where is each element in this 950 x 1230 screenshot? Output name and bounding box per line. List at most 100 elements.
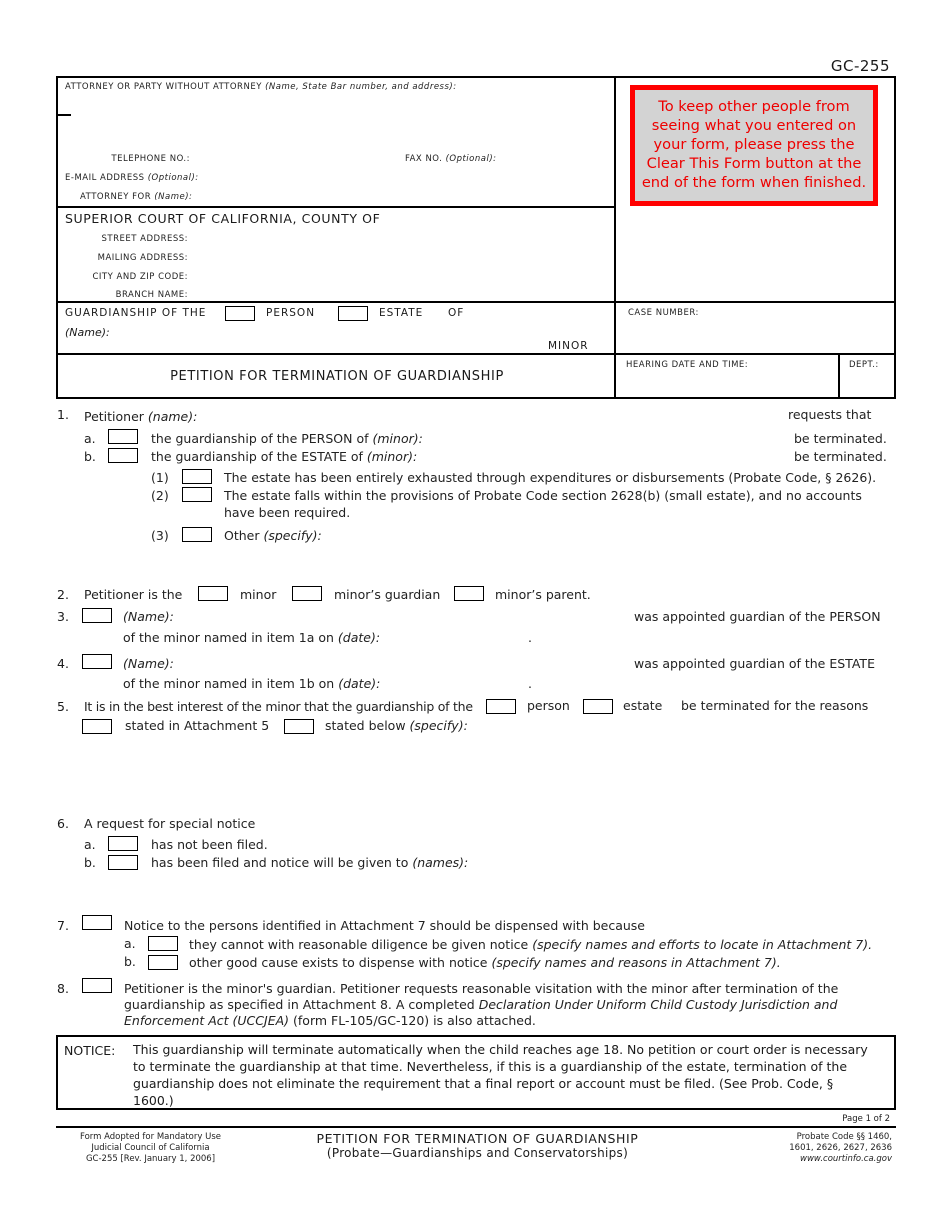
item-7b-letter: b. [124, 954, 136, 969]
email-hint: (Optional): [147, 173, 199, 183]
item-4-checkbox[interactable] [82, 654, 112, 669]
telephone-input[interactable] [196, 150, 396, 166]
mailing-address-input[interactable] [196, 249, 606, 265]
item-3-line2-text: of the minor named in item 1a on [123, 630, 334, 645]
item-1b1-text: The estate has been entirely exhausted t… [224, 470, 877, 485]
item-7a-hint: (specify names and efforts to locate in … [532, 937, 873, 952]
minor-name-input[interactable] [113, 323, 533, 339]
item-7-checkbox[interactable] [82, 915, 112, 930]
item-3-date-input[interactable] [375, 628, 525, 645]
fax-input[interactable] [503, 150, 613, 166]
email-label: E-MAIL ADDRESS (Optional): [65, 173, 199, 183]
field-marker [58, 114, 71, 116]
caption-person-checkbox[interactable] [225, 306, 255, 321]
item-7a-checkbox[interactable] [148, 936, 178, 951]
item-6a-text: has not been filed. [151, 837, 268, 852]
hearing-date-input[interactable] [626, 375, 831, 395]
item-6b-names-input[interactable] [465, 853, 890, 898]
item-7b-checkbox[interactable] [148, 955, 178, 970]
item-1a-hint: (minor): [372, 431, 423, 446]
item-5-estate-checkbox[interactable] [583, 699, 613, 714]
attorney-for-label-text: ATTORNEY FOR [80, 192, 152, 202]
street-address-input[interactable] [196, 230, 606, 246]
item-6a-letter: a. [84, 837, 96, 852]
petitioner-label: Petitioner [84, 409, 144, 424]
item-5-person-label: person [527, 698, 570, 713]
item-2-number: 2. [57, 587, 69, 602]
item-5-reasons-input[interactable] [470, 717, 890, 802]
item-1b2-number: (2) [151, 488, 169, 503]
item-2-text: Petitioner is the [84, 587, 183, 602]
attorney-for-hint: (Name): [154, 192, 193, 202]
footer-website-link[interactable]: www.courtinfo.ca.gov [789, 1154, 892, 1165]
item-3-number: 3. [57, 609, 69, 624]
item-5-attachment-checkbox[interactable] [82, 719, 112, 734]
item-3-line2: of the minor named in item 1a on (date): [123, 630, 380, 645]
item-1b1-number: (1) [151, 470, 169, 485]
item-1b3-specify-input[interactable] [325, 526, 885, 566]
item-7b-label: other good cause exists to dispense with… [189, 955, 488, 970]
footer-code-line2: 1601, 2626, 2627, 2636 [789, 1143, 892, 1153]
attorney-for-input[interactable] [196, 188, 606, 204]
item-1b2-checkbox[interactable] [182, 487, 212, 502]
fax-hint: (Optional): [445, 154, 497, 164]
item-5-person-checkbox[interactable] [486, 699, 516, 714]
title-section: PETITION FOR TERMINATION OF GUARDIANSHIP [56, 353, 616, 399]
branch-name-label: BRANCH NAME: [115, 290, 188, 300]
item-1b3-checkbox[interactable] [182, 527, 212, 542]
item-1b-minor-input[interactable] [425, 447, 785, 464]
minor-label: MINOR [548, 340, 589, 352]
notice-text: This guardianship will terminate automat… [133, 1042, 868, 1108]
item-4-name-hint: (Name): [123, 656, 174, 671]
attorney-label-text: ATTORNEY OR PARTY WITHOUT ATTORNEY [65, 82, 262, 92]
telephone-label: TELEPHONE NO.: [111, 154, 190, 164]
item-7b-text: other good cause exists to dispense with… [189, 955, 781, 970]
branch-name-input[interactable] [196, 286, 606, 302]
item-8-checkbox[interactable] [82, 978, 112, 993]
dept-input[interactable] [846, 375, 890, 395]
case-number-input[interactable] [628, 323, 883, 347]
item-8-line3-text: (form FL-105/GC-120) is also attached. [293, 1013, 536, 1028]
item-3-date-hint: (date): [337, 630, 381, 645]
attorney-input[interactable] [72, 96, 602, 148]
item-2-parent-checkbox[interactable] [454, 586, 484, 601]
item-3-checkbox[interactable] [82, 608, 112, 623]
caption-person-label: PERSON [266, 307, 316, 319]
footer-adopted-line2: Judicial Council of California [91, 1143, 210, 1153]
item-1b-letter: b. [84, 449, 96, 464]
item-8-number: 8. [57, 981, 69, 996]
city-zip-input[interactable] [196, 268, 606, 284]
fax-label-text: FAX NO. [405, 154, 443, 164]
item-1b-checkbox[interactable] [108, 448, 138, 463]
item-5-below-checkbox[interactable] [284, 719, 314, 734]
clear-form-notice: To keep other people from seeing what yo… [630, 85, 878, 206]
item-4-appointed: was appointed guardian of the ESTATE [634, 656, 875, 671]
item-3-name-input[interactable] [180, 607, 625, 624]
item-2-guardian-checkbox[interactable] [292, 586, 322, 601]
item-7-number: 7. [57, 918, 69, 933]
item-1a-minor-input[interactable] [425, 429, 785, 446]
item-7a-letter: a. [124, 936, 136, 951]
caption-estate-checkbox[interactable] [338, 306, 368, 321]
county-input[interactable] [398, 210, 608, 226]
hearing-date-label: HEARING DATE AND TIME: [626, 360, 749, 370]
item-6b-checkbox[interactable] [108, 855, 138, 870]
petitioner-name-input[interactable] [200, 407, 775, 424]
item-5-below-text: stated below [325, 718, 406, 733]
item-3-appointed: was appointed guardian of the PERSON [634, 609, 881, 624]
item-4-name-input[interactable] [180, 654, 625, 671]
item-1a-checkbox[interactable] [108, 429, 138, 444]
item-4-date-input[interactable] [375, 674, 525, 691]
item-6b-text: has been filed and notice will be given … [151, 855, 468, 870]
city-zip-label: CITY AND ZIP CODE: [92, 272, 188, 282]
item-6a-checkbox[interactable] [108, 836, 138, 851]
email-input[interactable] [196, 169, 606, 185]
item-1a-label: the guardianship of the PERSON of [151, 431, 369, 446]
item-1b3-text: Other (specify): [224, 528, 322, 543]
item-1b1-checkbox[interactable] [182, 469, 212, 484]
attorney-for-label: ATTORNEY FOR (Name): [80, 192, 192, 202]
guardianship-of-the-label: GUARDIANSHIP OF THE [65, 307, 207, 319]
fax-label: FAX NO. (Optional): [405, 154, 497, 164]
footer-codes: Probate Code §§ 1460, 1601, 2626, 2627, … [789, 1132, 892, 1165]
item-2-minor-checkbox[interactable] [198, 586, 228, 601]
